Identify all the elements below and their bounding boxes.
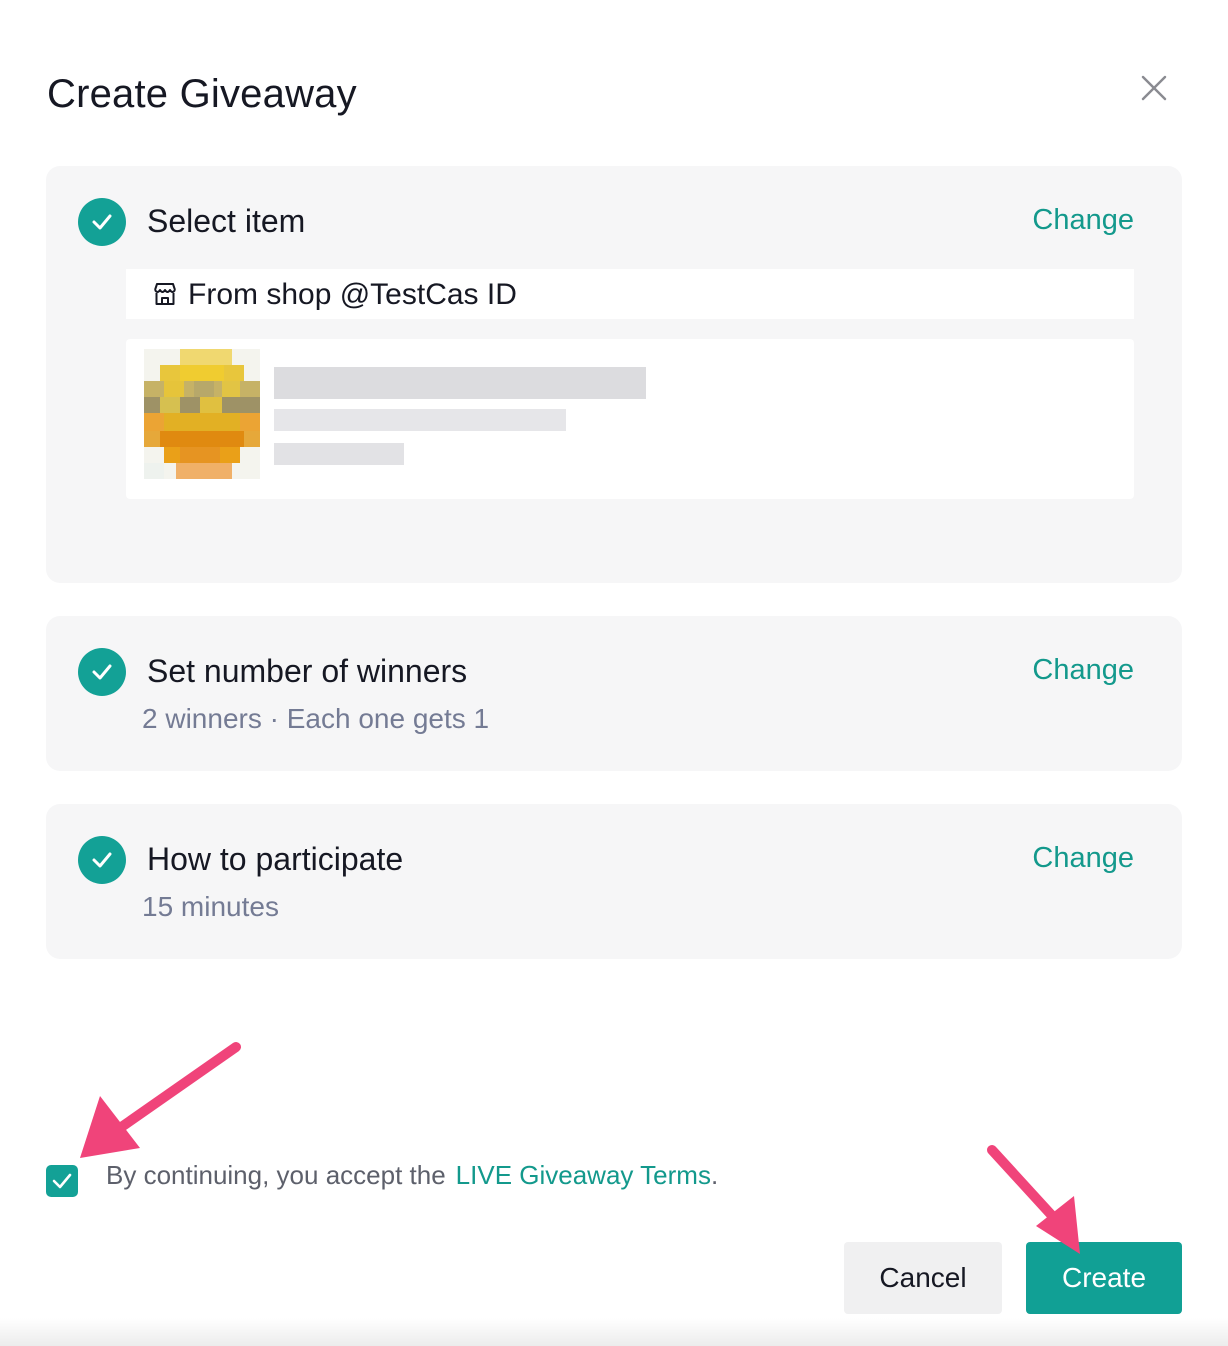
step-summary: 15 minutes bbox=[142, 891, 279, 922]
step-summary: 2 winners · Each one gets 1 bbox=[142, 703, 490, 734]
check-circle-icon bbox=[78, 198, 126, 246]
close-icon bbox=[1141, 75, 1167, 101]
bottom-shadow bbox=[0, 1318, 1228, 1346]
product-image bbox=[144, 349, 260, 479]
change-participation-link[interactable]: Change bbox=[1032, 842, 1134, 875]
terms-prefix: By continuing, you accept the bbox=[106, 1160, 446, 1190]
step-title: Select item bbox=[147, 203, 306, 239]
step-title: How to participate bbox=[147, 841, 404, 877]
cancel-button[interactable]: Cancel bbox=[844, 1242, 1002, 1314]
checkmark-icon bbox=[52, 1173, 72, 1189]
terms-checkbox[interactable] bbox=[46, 1165, 78, 1197]
shop-source-row: From shop @TestCas ID bbox=[126, 269, 1134, 319]
blurred-product-price bbox=[274, 443, 404, 465]
step-title: Set number of winners bbox=[147, 653, 468, 689]
terms-link[interactable]: LIVE Giveaway Terms bbox=[456, 1160, 711, 1190]
blurred-product-detail bbox=[274, 409, 566, 431]
change-item-link[interactable]: Change bbox=[1032, 204, 1134, 237]
blurred-product-name bbox=[274, 367, 646, 399]
create-button[interactable]: Create bbox=[1026, 1242, 1182, 1314]
check-circle-icon bbox=[78, 836, 126, 884]
step-card-participate: How to participate Change 15 minutes bbox=[46, 804, 1182, 959]
close-button[interactable] bbox=[1136, 70, 1172, 106]
terms-text: By continuing, you accept the LIVE Giveaw… bbox=[106, 1160, 718, 1191]
shop-label: From shop @TestCas ID bbox=[188, 278, 517, 311]
selected-product bbox=[126, 339, 1134, 499]
shop-icon bbox=[154, 283, 176, 305]
change-winners-link[interactable]: Change bbox=[1032, 654, 1134, 687]
check-circle-icon bbox=[78, 648, 126, 696]
step-card-winners: Set number of winners Change 2 winners ·… bbox=[46, 616, 1182, 771]
terms-suffix: . bbox=[710, 1160, 719, 1190]
step-card-select-item: Select item Change From shop @TestCas ID bbox=[46, 166, 1182, 583]
dialog-title: Create Giveaway bbox=[47, 72, 357, 116]
